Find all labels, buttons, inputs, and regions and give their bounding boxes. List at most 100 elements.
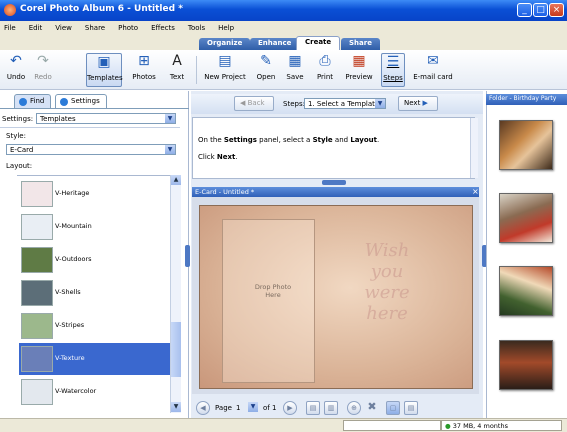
save-button[interactable]: ▦ Save: [284, 53, 306, 87]
scroll-down-icon[interactable]: ▼: [171, 402, 181, 412]
tab-find[interactable]: Find: [14, 94, 52, 108]
canvas-window-title: E-Card - Untitled *: [192, 187, 479, 197]
menu-view[interactable]: View: [55, 24, 72, 36]
app-icon: [4, 4, 16, 16]
layout-thumbnail: [21, 379, 53, 405]
folder-title: Folder - Birthday Party: [486, 94, 567, 105]
page-count: of 1: [263, 404, 277, 412]
memory-status: ● 37 MB, 4 months: [441, 420, 562, 431]
tab-share[interactable]: Share: [341, 38, 380, 50]
layout-scrollbar[interactable]: ▲ ▼: [170, 175, 181, 413]
close-window-button[interactable]: ×: [549, 3, 564, 17]
menu-share[interactable]: Share: [85, 24, 105, 36]
menu-help[interactable]: Help: [218, 24, 234, 36]
layout-item-label: V-Texture: [55, 354, 85, 362]
instructions-scrollbar[interactable]: [470, 118, 478, 178]
layout-item[interactable]: V-Shells: [19, 277, 179, 309]
photo-frame[interactable]: [222, 219, 315, 383]
left-splitter-handle[interactable]: [185, 245, 190, 267]
close-icon[interactable]: ×: [472, 187, 479, 196]
add-page-icon[interactable]: ▤: [306, 401, 320, 415]
tab-settings[interactable]: Settings: [55, 94, 107, 108]
save-icon: ▦: [288, 53, 302, 69]
wish-text[interactable]: Wish you were here: [352, 240, 422, 324]
preview-icon: ▦: [352, 53, 366, 69]
photos-button[interactable]: ⊞ Photos: [131, 53, 157, 87]
menu-file[interactable]: File: [4, 24, 16, 36]
tab-organize[interactable]: Organize: [199, 38, 251, 50]
settings-select[interactable]: Templates ▼: [36, 113, 176, 124]
scroll-up-icon[interactable]: ▲: [171, 175, 181, 185]
chevron-down-icon[interactable]: ▼: [165, 145, 175, 154]
layout-thumbnail: [21, 346, 53, 372]
next-button[interactable]: Next ▶: [398, 96, 438, 111]
layout-thumbnail: [21, 280, 53, 306]
style-label: Style:: [6, 132, 26, 140]
folder-photo[interactable]: [499, 340, 553, 390]
redo-button[interactable]: ↷ Redo: [32, 53, 54, 87]
menu-tools[interactable]: Tools: [188, 24, 205, 36]
step-select[interactable]: 1. Select a Template ▼: [304, 98, 386, 109]
divider: [0, 127, 180, 128]
layout-item-label: V-Shells: [55, 288, 81, 296]
chevron-down-icon[interactable]: ▼: [248, 402, 258, 412]
preview-button[interactable]: ▦ Preview: [344, 53, 374, 87]
instructions-panel: On the Settings panel, select a Style an…: [192, 117, 475, 179]
layout-item-label: V-Watercolor: [55, 387, 97, 395]
menu-effects[interactable]: Effects: [151, 24, 175, 36]
tab-divider: [0, 108, 189, 109]
style-select[interactable]: E-Card ▼: [6, 144, 176, 155]
scroll-thumb[interactable]: [171, 322, 181, 377]
layout-item[interactable]: V-Mountain: [19, 211, 179, 243]
steps-button[interactable]: ☰ Steps: [381, 53, 405, 87]
window-title: Corel Photo Album 6 - Untitled *: [0, 0, 567, 21]
maximize-button[interactable]: □: [533, 3, 548, 17]
layout-item-label: V-Mountain: [55, 222, 92, 230]
tab-enhance[interactable]: Enhance: [250, 38, 300, 50]
splitter-handle[interactable]: [322, 180, 346, 185]
chevron-down-icon[interactable]: ▼: [375, 99, 385, 108]
tab-create[interactable]: Create: [296, 36, 341, 50]
text-icon: A: [172, 53, 182, 69]
settings-label: Settings:: [2, 115, 34, 123]
zoom-icon[interactable]: ⊕: [347, 401, 361, 415]
single-view-icon[interactable]: ▢: [386, 401, 400, 415]
menu-bar: File Edit View Share Photo Effects Tools…: [0, 21, 567, 36]
layout-item[interactable]: V-Stripes: [19, 310, 179, 342]
undo-button[interactable]: ↶ Undo: [4, 53, 28, 87]
folder-photo[interactable]: [499, 266, 553, 316]
multi-view-icon[interactable]: ▤: [404, 401, 418, 415]
layout-list: V-Heritage V-Mountain V-Outdoors V-Shells V-…: [17, 175, 179, 413]
minimize-button[interactable]: _: [517, 3, 532, 17]
page-label: Page: [215, 404, 232, 412]
text-button[interactable]: A Text: [166, 53, 188, 87]
layout-item[interactable]: V-Watercolor: [19, 376, 179, 408]
new-project-icon: ▤: [218, 53, 232, 69]
new-project-button[interactable]: ▤ New Project: [203, 53, 247, 87]
layout-item[interactable]: V-Texture: [19, 343, 179, 375]
back-button[interactable]: ◀ Back: [234, 96, 274, 111]
find-icon: [19, 98, 27, 106]
folder-photo[interactable]: [499, 193, 553, 243]
open-button[interactable]: ✎ Open: [254, 53, 278, 87]
undo-icon: ↶: [10, 53, 22, 69]
layout-item[interactable]: V-Heritage: [19, 178, 179, 210]
duplicate-page-icon[interactable]: ▥: [324, 401, 338, 415]
drop-photo-placeholder: Drop Photo Here: [254, 283, 292, 299]
menu-photo[interactable]: Photo: [118, 24, 138, 36]
page-number: 1: [236, 404, 241, 412]
print-button[interactable]: ⎙ Print: [313, 53, 337, 87]
next-page-icon[interactable]: ▶: [283, 401, 297, 415]
steps-label: Steps:: [283, 100, 305, 108]
envelope-icon: ✉: [427, 53, 439, 69]
templates-icon: ▣: [97, 54, 111, 70]
layout-item[interactable]: V-Outdoors: [19, 244, 179, 276]
menu-edit[interactable]: Edit: [29, 24, 43, 36]
chevron-down-icon[interactable]: ▼: [165, 114, 175, 123]
delete-icon[interactable]: ✖: [365, 401, 379, 415]
steps-icon: ☰: [386, 54, 400, 70]
templates-button[interactable]: ▣ Templates: [86, 53, 123, 87]
email-card-button[interactable]: ✉ E-mail card: [412, 53, 454, 87]
previous-page-icon[interactable]: ◀: [196, 401, 210, 415]
folder-photo[interactable]: [499, 120, 553, 170]
